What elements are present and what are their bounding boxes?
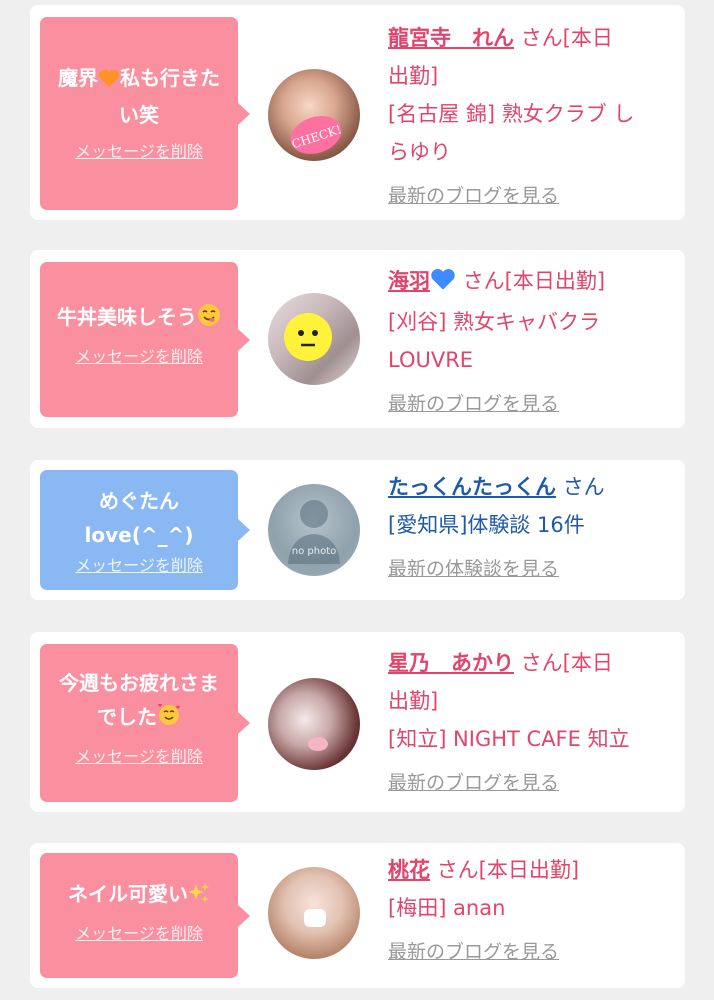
sender-suffix-cont: 出勤] <box>388 689 439 713</box>
sender-suffix-cont: 出勤] <box>388 64 439 88</box>
no-photo-placeholder-icon: no photo <box>288 500 340 564</box>
photo-icon <box>304 909 326 927</box>
blue-heart-icon <box>430 265 456 303</box>
shop-line: [知立] NIGHT CAFE 知立 <box>388 727 630 751</box>
sender-suffix: さん[本日 <box>520 26 613 50</box>
sender-name-link[interactable]: たっくんたっくん <box>388 475 556 499</box>
message-card: 牛丼美味しそう メッセージを削除 海羽 さん[本日出勤] [刈谷] 熟女キャバク… <box>30 250 685 428</box>
sparkles-icon <box>188 880 210 914</box>
sender-name-link[interactable]: 星乃 あかり <box>388 651 514 675</box>
delete-message-link[interactable]: メッセージを削除 <box>75 343 203 367</box>
delete-message-link[interactable]: メッセージを削除 <box>75 138 203 162</box>
sender-suffix: さん[本日出勤] <box>436 858 580 882</box>
sender-info: 桃花 さん[本日出勤] [梅田] anan 最新のブログを見る <box>388 851 678 971</box>
message-card: 魔界 私も行きた い笑 メッセージを削除 CHECK! 龍宮寺 れん さん[本日 出… <box>30 5 685 220</box>
message-bubble: 今週もお疲れさま でした メッセージを削除 <box>40 644 250 802</box>
message-bubble: ネイル可愛い メッセージを削除 <box>40 853 250 978</box>
message-card: めぐたん love(^_^) メッセージを削除 no photo たっくんたっくん… <box>30 460 685 600</box>
latest-blog-link[interactable]: 最新のブログを見る <box>388 385 678 423</box>
delete-message-link[interactable]: メッセージを削除 <box>75 920 203 944</box>
sender-suffix: さん[本日 <box>520 651 613 675</box>
sender-name-link[interactable]: 桃花 <box>388 858 430 882</box>
latest-blog-link[interactable]: 最新のブログを見る <box>388 933 678 971</box>
sender-info: 龍宮寺 れん さん[本日 出勤] [名古屋 錦] 熟女クラブ し らゆり 最新の… <box>388 19 678 215</box>
avatar[interactable] <box>268 867 360 959</box>
avatar[interactable]: CHECK! <box>268 69 360 161</box>
message-text: 魔界 私も行きた い笑 <box>58 64 220 127</box>
delete-message-link[interactable]: メッセージを削除 <box>75 552 203 576</box>
shop-line: [梅田] anan <box>388 896 506 920</box>
message-text: 牛丼美味しそう <box>40 300 238 337</box>
message-card: 今週もお疲れさま でした メッセージを削除 星乃 あかり さん[本日 出勤] [知… <box>30 632 685 812</box>
sender-name-link[interactable]: 龍宮寺 れん <box>388 26 514 50</box>
sender-suffix: さん[本日出勤] <box>462 269 606 293</box>
message-text: ネイル可愛い <box>40 877 238 914</box>
face-sticker-icon <box>284 313 332 361</box>
avatar[interactable] <box>268 678 360 770</box>
delete-message-link[interactable]: メッセージを削除 <box>75 743 203 767</box>
avatar[interactable] <box>268 293 360 385</box>
shop-line: らゆり <box>388 140 451 164</box>
smiling-face-savoring-icon <box>197 303 221 337</box>
shop-line: [名古屋 錦] 熟女クラブ し <box>388 102 635 126</box>
message-bubble: めぐたん love(^_^) メッセージを削除 <box>40 470 250 590</box>
message-text: めぐたん love(^_^) <box>84 489 194 547</box>
message-card: ネイル可愛い メッセージを削除 桃花 さん[本日出勤] [梅田] anan 最新… <box>30 843 685 988</box>
svg-text:no photo: no photo <box>292 546 336 557</box>
sender-suffix: さん <box>562 475 605 499</box>
sender-name-link[interactable]: 海羽 <box>388 269 456 293</box>
latest-review-link[interactable]: 最新の体験談を見る <box>388 550 678 588</box>
photo-icon <box>308 737 328 751</box>
shop-line: LOUVRE <box>388 348 474 372</box>
message-text: 今週もお疲れさま でした <box>40 666 238 737</box>
message-bubble: 牛丼美味しそう メッセージを削除 <box>40 262 250 417</box>
shop-line: [刈谷] 熟女キャバクラ <box>388 310 601 334</box>
avatar[interactable]: no photo <box>268 484 360 576</box>
sender-info: 星乃 あかり さん[本日 出勤] [知立] NIGHT CAFE 知立 最新のブ… <box>388 644 678 802</box>
latest-blog-link[interactable]: 最新のブログを見る <box>388 764 678 802</box>
orange-heart-icon <box>98 64 120 98</box>
sender-info: 海羽 さん[本日出勤] [刈谷] 熟女キャバクラ LOUVRE 最新のブログを見… <box>388 262 678 423</box>
message-bubble: 魔界 私も行きた い笑 メッセージを削除 <box>40 17 250 210</box>
check-badge-icon: CHECK! <box>290 116 343 154</box>
smiling-face-with-hearts-icon <box>157 703 181 737</box>
sender-info: たっくんたっくん さん [愛知県]体験談 16件 最新の体験談を見る <box>388 468 678 588</box>
latest-blog-link[interactable]: 最新のブログを見る <box>388 177 678 215</box>
review-count: [愛知県]体験談 16件 <box>388 513 585 537</box>
